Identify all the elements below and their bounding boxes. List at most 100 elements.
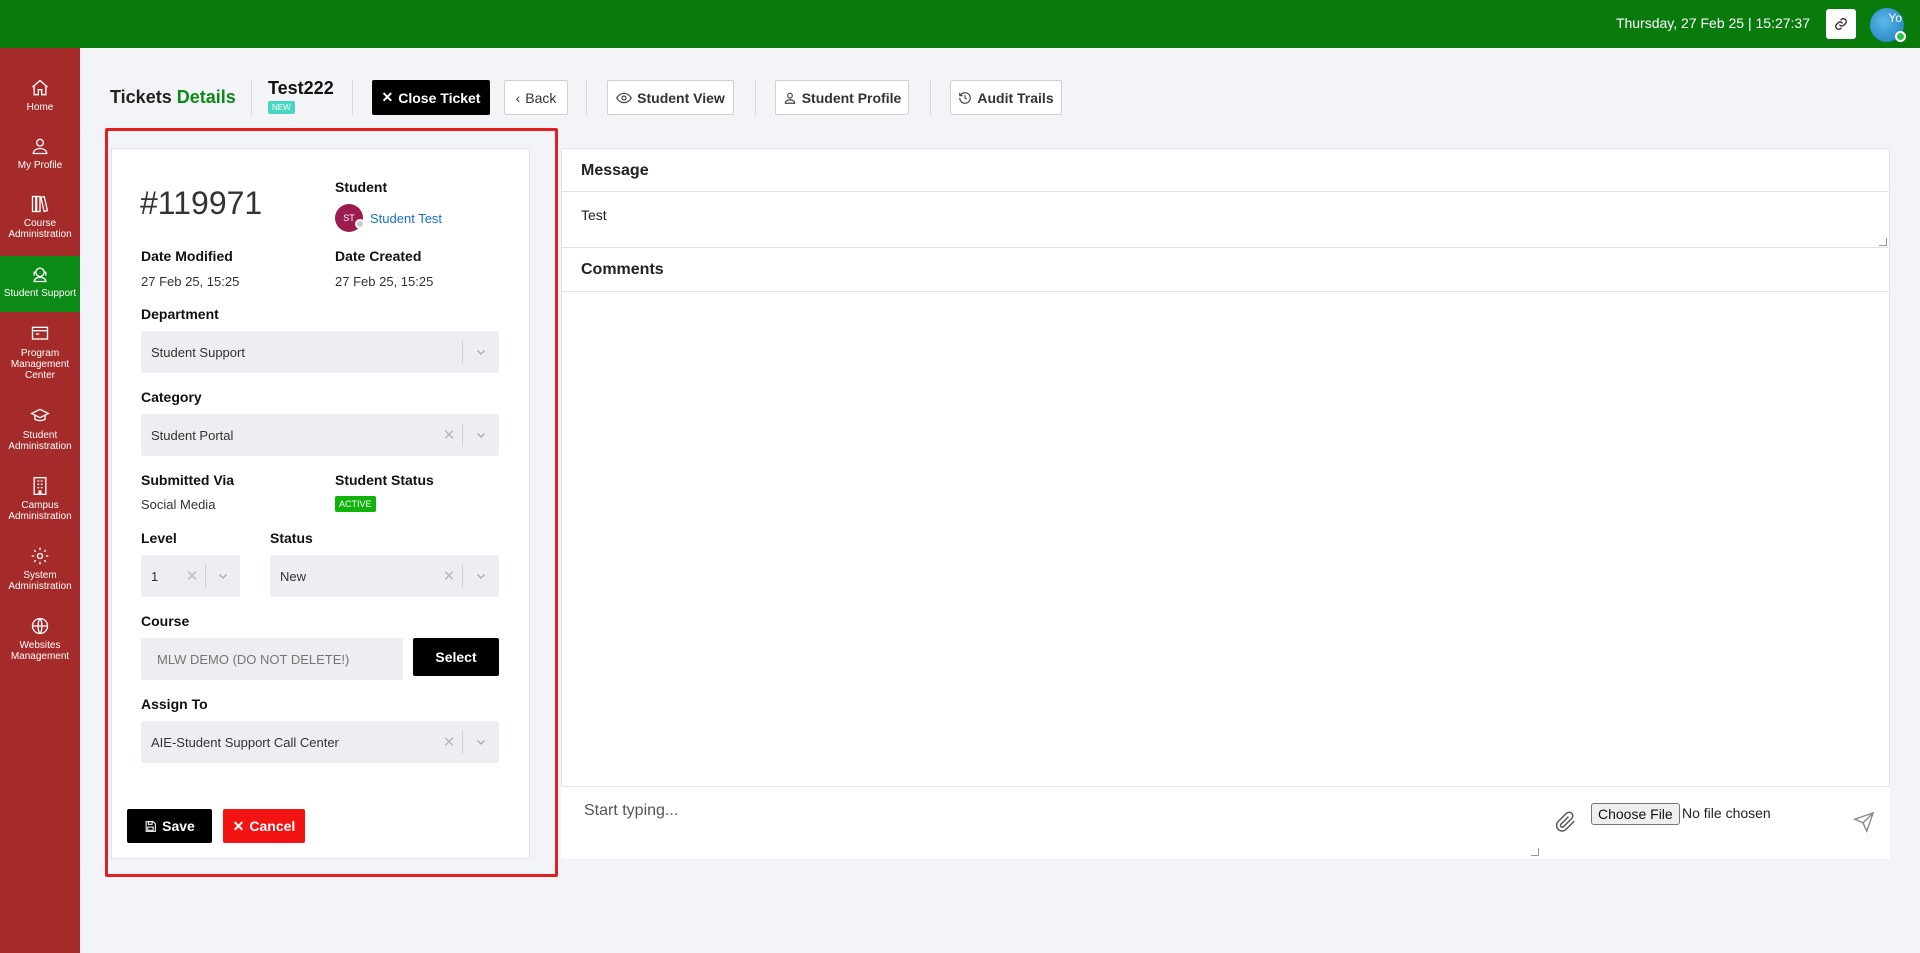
clear-icon[interactable]: ✕ xyxy=(436,426,462,444)
globe-icon xyxy=(31,617,49,635)
level-value: 1 xyxy=(151,568,159,584)
chevron-down-icon xyxy=(206,570,240,582)
page-title: Tickets Details xyxy=(110,87,236,108)
books-icon xyxy=(31,195,49,213)
course-select-button[interactable]: Select xyxy=(413,638,499,676)
user-icon xyxy=(32,138,48,155)
close-ticket-button[interactable]: ✕ Close Ticket xyxy=(372,80,490,115)
sidebar-item-student-support[interactable]: Student Support xyxy=(0,256,80,312)
sidebar-item-course-administration[interactable]: Course Administration xyxy=(0,194,80,240)
category-value: Student Portal xyxy=(151,427,234,443)
cancel-button[interactable]: ✕ Cancel xyxy=(223,809,305,843)
department-select[interactable]: Student Support xyxy=(141,331,499,373)
category-label: Category xyxy=(141,389,202,405)
chevron-left-icon: ‹ xyxy=(515,89,521,106)
sidebar-item-student-administration[interactable]: Student Administration xyxy=(0,406,80,452)
clear-icon[interactable]: ✕ xyxy=(436,567,462,585)
status-label: Status xyxy=(270,530,313,546)
submitted-via-label: Submitted Via xyxy=(141,472,235,488)
chevron-down-icon xyxy=(463,570,499,582)
date-modified-label: Date Modified xyxy=(141,248,233,264)
user-icon xyxy=(784,92,795,104)
ticket-name: Test222 xyxy=(268,78,334,98)
reply-input[interactable]: Start typing... xyxy=(584,802,678,820)
save-label: Save xyxy=(162,818,195,834)
no-file-text: No file chosen xyxy=(1682,805,1771,821)
student-view-button[interactable]: Student View xyxy=(607,80,734,115)
send-icon[interactable] xyxy=(1852,811,1876,833)
divider xyxy=(561,291,1890,292)
course-input[interactable] xyxy=(141,638,403,680)
message-comments-panel xyxy=(561,148,1890,859)
level-label: Level xyxy=(141,530,177,546)
monitor-icon xyxy=(31,326,49,340)
sidebar-item-system-administration[interactable]: System Administration xyxy=(0,546,80,592)
divider xyxy=(561,191,1890,192)
sidebar: Home My Profile Course Administration St… xyxy=(0,48,80,953)
divider xyxy=(586,80,587,116)
student-profile-button[interactable]: Student Profile xyxy=(775,80,909,115)
submitted-via-value: Social Media xyxy=(141,497,216,512)
chevron-down-icon xyxy=(463,429,499,441)
sidebar-item-label: System Administration xyxy=(8,570,72,592)
cancel-label: Cancel xyxy=(249,818,296,834)
resize-handle[interactable] xyxy=(1531,848,1539,856)
paperclip-icon[interactable] xyxy=(1555,811,1577,833)
save-button[interactable]: Save xyxy=(127,809,212,843)
resize-handle[interactable] xyxy=(1879,238,1887,246)
student-status-dot xyxy=(355,219,365,229)
student-status-badge: ACTIVE xyxy=(335,496,376,512)
link-button[interactable] xyxy=(1826,9,1856,39)
student-name-link[interactable]: Student Test xyxy=(370,211,442,226)
close-ticket-label: Close Ticket xyxy=(398,89,481,106)
category-select[interactable]: Student Portal ✕ xyxy=(141,414,499,456)
sidebar-item-label: Course Administration xyxy=(8,218,72,240)
assign-to-select[interactable]: AIE-Student Support Call Center ✕ xyxy=(141,721,499,763)
sidebar-item-label: My Profile xyxy=(17,160,63,171)
course-label: Course xyxy=(141,613,190,629)
sidebar-item-label: Campus Administration xyxy=(8,500,72,522)
divider xyxy=(930,80,931,116)
student-label: Student xyxy=(335,179,388,195)
avatar-text: Yo xyxy=(1888,11,1902,25)
divider xyxy=(755,80,756,116)
level-select[interactable]: 1 ✕ xyxy=(141,555,240,597)
status-select[interactable]: New ✕ xyxy=(270,555,499,597)
sidebar-item-campus-administration[interactable]: Campus Administration xyxy=(0,476,80,522)
student-status-label: Student Status xyxy=(335,472,434,488)
comments-title: Comments xyxy=(581,261,664,278)
link-icon xyxy=(1835,18,1847,30)
sidebar-item-label: Program Management Center xyxy=(10,348,70,381)
back-button[interactable]: ‹ Back xyxy=(504,80,568,115)
clear-icon[interactable]: ✕ xyxy=(179,567,205,585)
sidebar-item-program-management-center[interactable]: Program Management Center xyxy=(0,324,80,381)
sidebar-item-my-profile[interactable]: My Profile xyxy=(0,136,80,171)
date-created-label: Date Created xyxy=(335,248,422,264)
reply-area xyxy=(561,786,1890,859)
page-title-accent: Details xyxy=(176,87,236,107)
page-title-prefix: Tickets xyxy=(110,87,172,107)
online-status-dot xyxy=(1895,31,1906,42)
choose-file-button[interactable]: Choose File xyxy=(1591,803,1680,825)
ticket-number: #119971 xyxy=(140,185,263,221)
home-icon xyxy=(32,79,48,96)
clear-icon[interactable]: ✕ xyxy=(436,733,462,751)
close-icon: ✕ xyxy=(381,89,394,105)
student-view-label: Student View xyxy=(637,89,725,106)
sidebar-item-label: Student Administration xyxy=(8,430,72,452)
student-profile-label: Student Profile xyxy=(801,89,902,106)
history-icon xyxy=(959,91,972,104)
sidebar-item-label: Home xyxy=(26,102,54,113)
chevron-down-icon xyxy=(463,736,499,748)
back-label: Back xyxy=(525,89,557,106)
eye-icon xyxy=(616,92,633,103)
sidebar-item-home[interactable]: Home xyxy=(0,78,80,113)
sidebar-item-label: Student Support xyxy=(3,288,77,299)
sidebar-item-websites-management[interactable]: Websites Management xyxy=(0,616,80,662)
headset-icon xyxy=(33,267,47,283)
top-bar: Thursday, 27 Feb 25 | 15:27:37 Yo xyxy=(0,0,1920,48)
department-label: Department xyxy=(141,306,219,322)
message-title: Message xyxy=(581,162,649,179)
divider xyxy=(561,247,1890,248)
audit-trails-button[interactable]: Audit Trails xyxy=(950,80,1062,115)
